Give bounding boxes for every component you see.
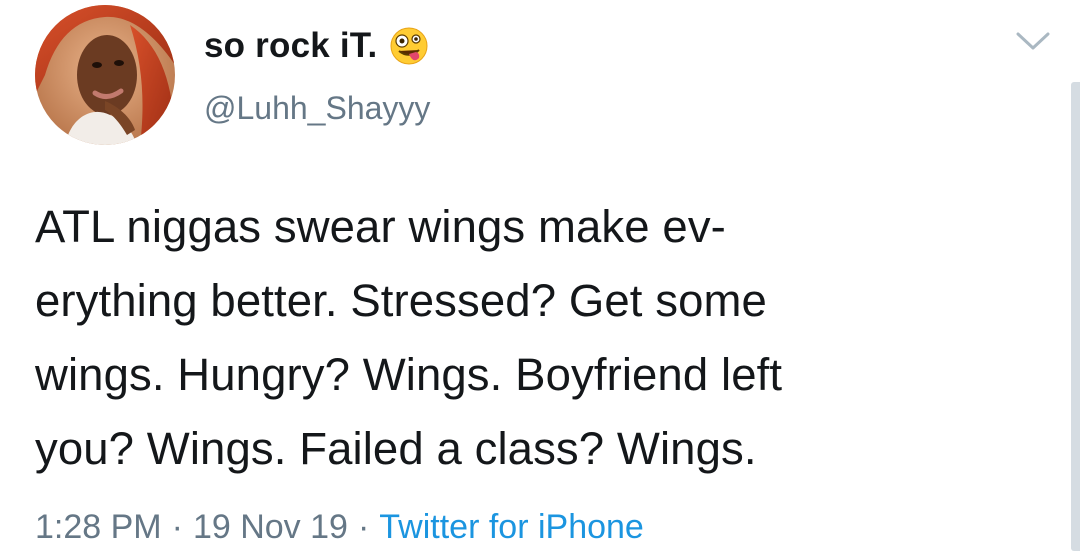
separator: · xyxy=(171,508,183,546)
tweet-card: so rock iT. @Luhh_Shayyy ATL niggas swea… xyxy=(0,0,1080,551)
display-name-row: so rock iT. xyxy=(204,22,429,70)
tweet-time[interactable]: 1:28 PM xyxy=(35,508,162,546)
display-name[interactable]: so rock iT. xyxy=(204,26,377,66)
separator: · xyxy=(357,508,370,546)
tweet-source-link[interactable]: Twitter for iPhone xyxy=(379,508,644,546)
avatar-image xyxy=(35,5,175,145)
user-handle[interactable]: @Luhh_Shayyy xyxy=(204,90,430,127)
tweet-date[interactable]: 19 Nov 19 xyxy=(193,508,348,546)
chevron-down-icon[interactable] xyxy=(1012,26,1054,56)
zany-face-emoji-icon xyxy=(389,26,429,66)
tweet-metadata: 1:28 PM · 19 Nov 19 · Twitter for iPhone xyxy=(35,508,644,547)
tweet-text-line: ATL niggas swear wings make ev- xyxy=(35,201,726,252)
tweet-text-line: you? Wings. Failed a class? Wings. xyxy=(35,423,757,474)
scrollbar[interactable] xyxy=(1071,82,1080,551)
tweet-text-line: erything better. Stressed? Get some xyxy=(35,275,767,326)
tweet-text: ATL niggas swear wings make ev- erything… xyxy=(35,190,1055,486)
tweet-text-line: wings. Hungry? Wings. Boyfriend left xyxy=(35,349,783,400)
avatar[interactable] xyxy=(35,5,175,145)
